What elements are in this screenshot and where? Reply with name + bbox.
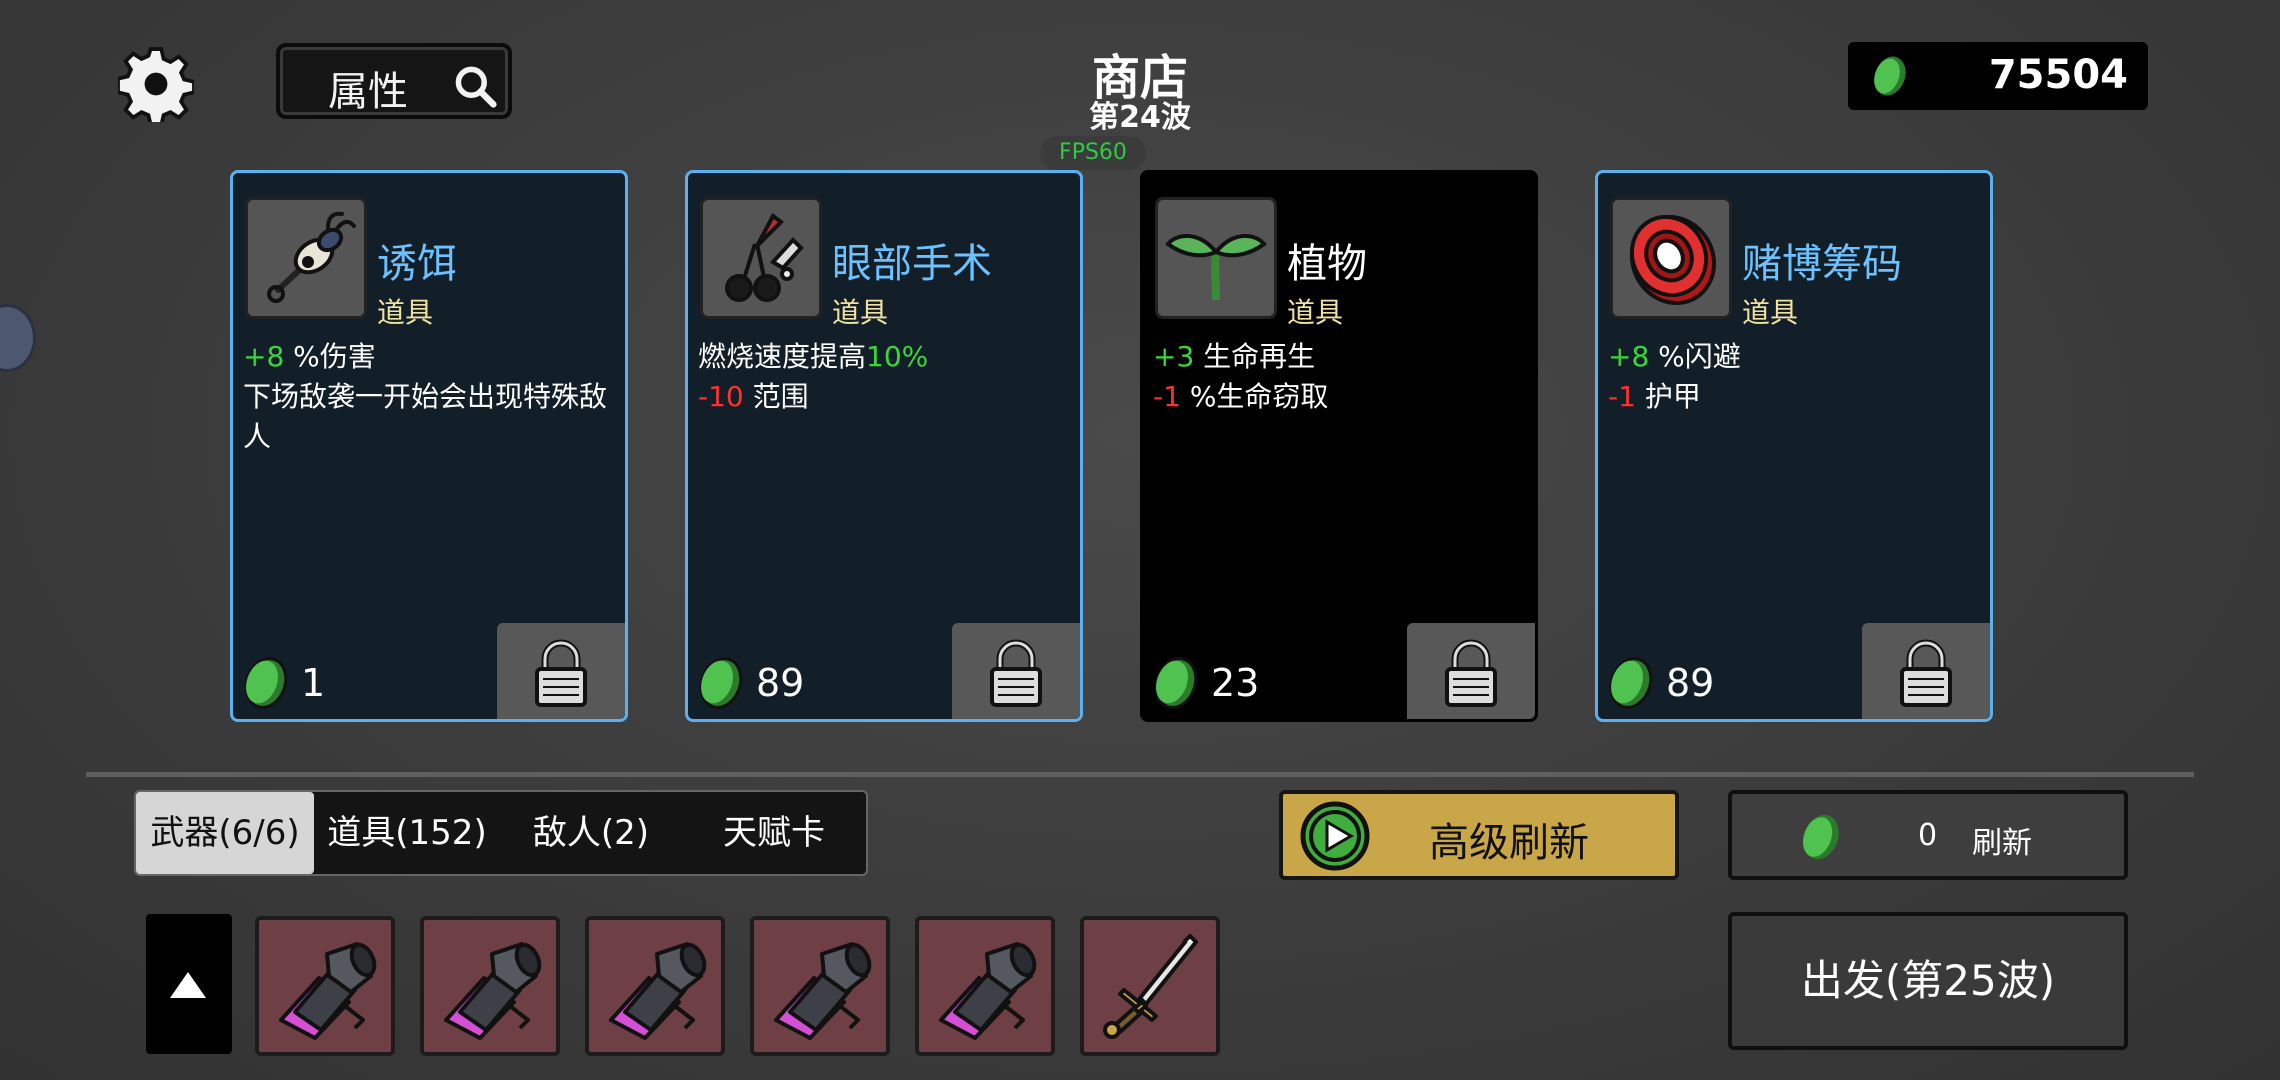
bait-icon (245, 197, 367, 319)
shop-item-card[interactable]: 植物 道具 +3 生命再生 -1 %生命窃取 23 (1140, 170, 1538, 722)
coin-icon (1604, 653, 1656, 711)
item-name: 诱饵 (377, 241, 457, 287)
plant-icon (1155, 197, 1277, 319)
item-type: 道具 (377, 296, 434, 329)
item-description-line: -10 范围 (698, 377, 1070, 417)
item-description: +3 生命再生 -1 %生命窃取 (1153, 337, 1525, 417)
weapon-slot[interactable] (750, 916, 890, 1056)
stat-text: 下场敌袭一开始会出现特殊敌人 (243, 380, 608, 453)
refresh-cost: 0 (1918, 818, 1938, 853)
item-description-line: +3 生命再生 (1153, 337, 1525, 377)
weapon-slot[interactable] (915, 916, 1055, 1056)
lock-button[interactable] (952, 623, 1080, 719)
item-type: 道具 (832, 296, 889, 329)
item-price: 1 (301, 661, 326, 705)
stat-text: +8 (243, 340, 285, 373)
search-icon (455, 66, 497, 108)
tab-talent-cards[interactable]: 天赋卡 (682, 792, 866, 874)
item-price: 23 (1211, 661, 1260, 705)
shop-item-card[interactable]: 眼部手术 道具 燃烧速度提高10% -10 范围 89 (685, 170, 1083, 722)
weapon-slot[interactable] (1080, 916, 1220, 1056)
wave-label: 第24波 (1089, 100, 1191, 135)
stat-text: %伤害 (284, 340, 376, 373)
item-description-line: -1 护甲 (1608, 377, 1980, 417)
weapon-slot[interactable] (585, 916, 725, 1056)
expand-up-button[interactable] (146, 914, 232, 1054)
currency-amount: 75504 (1988, 52, 2128, 98)
stat-text: 范围 (743, 380, 809, 413)
launcher-icon (754, 942, 886, 1056)
item-description: +8 %闪避 -1 护甲 (1608, 337, 1980, 417)
stat-text: 燃烧速度提高 (698, 340, 867, 373)
weapon-slot[interactable] (255, 916, 395, 1056)
stat-text: +3 (1153, 340, 1195, 373)
item-name: 赌博筹码 (1742, 241, 1902, 287)
item-description-line: +8 %伤害 (243, 337, 615, 377)
refresh-button[interactable]: 0 刷新 (1728, 790, 2128, 880)
divider (86, 772, 2194, 777)
stat-text: -1 (1153, 380, 1181, 413)
refresh-label: 刷新 (1972, 826, 2032, 861)
item-price: 89 (756, 661, 805, 705)
item-type: 道具 (1742, 296, 1799, 329)
tab-enemies[interactable]: 敌人(2) (500, 792, 682, 874)
gambling-chip-icon (1610, 197, 1732, 319)
triangle-up-icon (170, 972, 206, 998)
item-description: +8 %伤害 下场敌袭一开始会出现特殊敌人 (243, 337, 615, 457)
side-level-badge[interactable] (0, 304, 36, 372)
play-icon (1300, 801, 1370, 871)
lock-button[interactable] (497, 623, 625, 719)
launcher-icon (919, 942, 1051, 1056)
stat-text: %闪避 (1649, 340, 1741, 373)
eye-surgery-icon (700, 197, 822, 319)
stat-text: %生命窃取 (1180, 380, 1329, 413)
stat-text: -10 (698, 380, 744, 413)
settings-gear-icon[interactable] (116, 46, 196, 127)
attributes-label: 属性 (328, 69, 408, 115)
advanced-refresh-button[interactable]: 高级刷新 (1279, 790, 1679, 880)
item-name: 眼部手术 (832, 241, 992, 287)
item-description-line: -1 %生命窃取 (1153, 377, 1525, 417)
advanced-refresh-label: 高级刷新 (1429, 820, 1589, 866)
coin-icon (1874, 56, 1906, 96)
fps-counter: FPS60 (1040, 136, 1146, 170)
tab-items[interactable]: 道具(152) (314, 792, 500, 874)
coin-icon (1802, 814, 1839, 860)
stat-text: 护甲 (1635, 380, 1701, 413)
launcher-icon (589, 942, 721, 1056)
stat-text: +8 (1608, 340, 1650, 373)
lock-button[interactable] (1862, 623, 1990, 719)
item-description-line: 燃烧速度提高10% (698, 337, 1070, 377)
sword-icon (1084, 934, 1216, 1056)
shop-item-card[interactable]: 赌博筹码 道具 +8 %闪避 -1 护甲 89 (1595, 170, 1993, 722)
launcher-icon (424, 942, 556, 1056)
currency-display: 75504 (1848, 42, 2148, 110)
item-description-line: +8 %闪避 (1608, 337, 1980, 377)
item-name: 植物 (1287, 241, 1367, 287)
shop-item-card[interactable]: 诱饵 道具 +8 %伤害 下场敌袭一开始会出现特殊敌人 1 (230, 170, 628, 722)
coin-icon (1149, 653, 1201, 711)
lock-button[interactable] (1407, 623, 1535, 719)
item-price: 89 (1666, 661, 1715, 705)
item-description: 燃烧速度提高10% -10 范围 (698, 337, 1070, 417)
coin-icon (239, 653, 291, 711)
item-description-line: 下场敌袭一开始会出现特殊敌人 (243, 377, 615, 457)
stat-text: 生命再生 (1194, 340, 1316, 373)
stat-text: 10% (866, 340, 929, 373)
launcher-icon (259, 942, 391, 1056)
weapon-slot[interactable] (420, 916, 560, 1056)
tab-weapons[interactable]: 武器(6/6) (136, 792, 314, 874)
attributes-search-button[interactable]: 属性 (276, 43, 512, 119)
item-type: 道具 (1287, 296, 1344, 329)
stat-text: -1 (1608, 380, 1636, 413)
inventory-tabs: 武器(6/6) 道具(152) 敌人(2) 天赋卡 (134, 790, 868, 876)
depart-button[interactable]: 出发(第25波) (1728, 912, 2128, 1050)
coin-icon (694, 653, 746, 711)
